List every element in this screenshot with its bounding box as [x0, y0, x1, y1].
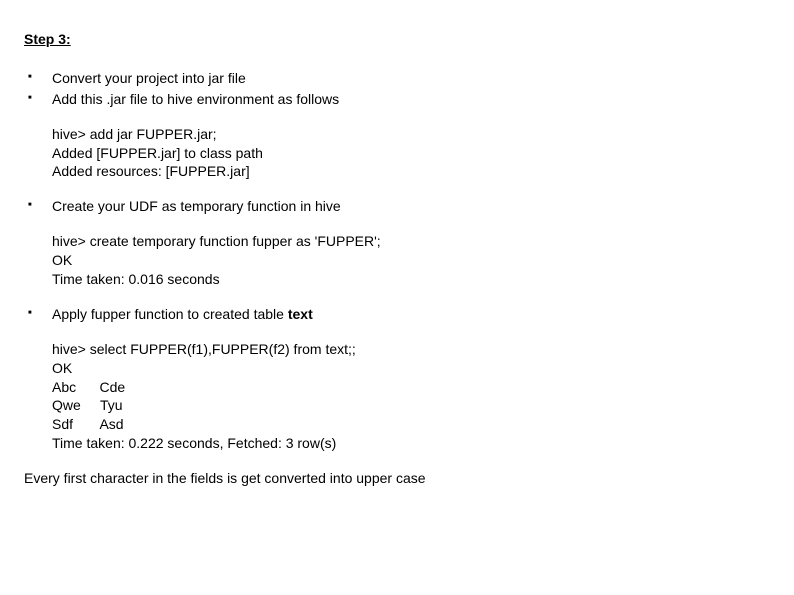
closing-text: Every first character in the fields is g… [24, 469, 770, 488]
code-block-create-function: hive> create temporary function fupper a… [24, 232, 770, 289]
instruction-list: Create your UDF as temporary function in… [24, 197, 770, 216]
list-item: Create your UDF as temporary function in… [24, 197, 770, 216]
step-heading: Step 3: [24, 30, 770, 49]
instruction-list: Convert your project into jar file Add t… [24, 69, 770, 109]
code-block-add-jar: hive> add jar FUPPER.jar; Added [FUPPER.… [24, 125, 770, 182]
list-item: Add this .jar file to hive environment a… [24, 90, 770, 109]
code-block-select: hive> select FUPPER(f1),FUPPER(f2) from … [24, 340, 770, 453]
list-item-bold: text [288, 306, 313, 322]
list-item: Apply fupper function to created table t… [24, 305, 770, 324]
list-item: Convert your project into jar file [24, 69, 770, 88]
list-item-text: Apply fupper function to created table [52, 306, 288, 322]
instruction-list: Apply fupper function to created table t… [24, 305, 770, 324]
